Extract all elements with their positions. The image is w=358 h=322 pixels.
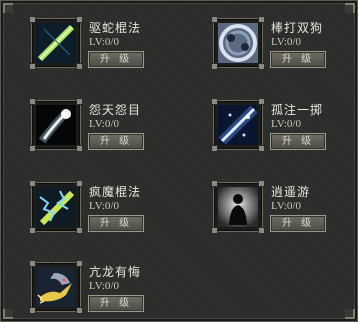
skill-name: 孤注一掷	[271, 103, 324, 117]
skill-name: 逍遥游	[271, 185, 311, 199]
skill-icon-frame[interactable]	[29, 260, 83, 314]
corner-ornament	[3, 3, 13, 13]
skill-icon-frame[interactable]	[29, 180, 83, 234]
skill-level: LV:0/0	[89, 36, 119, 48]
skill-slot-6: 亢龙有悔 LV:0/0 升 级	[29, 260, 171, 318]
green-staff-icon	[36, 23, 76, 63]
skill-icon-frame[interactable]	[211, 180, 265, 234]
corner-ornament	[345, 3, 355, 13]
upgrade-button[interactable]: 升 级	[88, 215, 144, 232]
skill-level: LV:0/0	[89, 200, 119, 212]
skill-icon-frame[interactable]	[211, 98, 265, 152]
upgrade-button[interactable]: 升 级	[270, 51, 326, 68]
upgrade-button[interactable]: 升 级	[88, 51, 144, 68]
upgrade-button[interactable]: 升 级	[270, 133, 326, 150]
skill-slot-3: 孤注一掷 LV:0/0 升 级	[211, 98, 353, 156]
skill-icon-frame[interactable]	[29, 16, 83, 70]
corner-ornament	[345, 309, 355, 319]
skill-icon-frame[interactable]	[211, 16, 265, 70]
dragon-icon	[36, 267, 76, 307]
skill-icon-frame[interactable]	[29, 98, 83, 152]
skill-slot-1: 棒打双狗 LV:0/0 升 级	[211, 16, 353, 74]
skill-slot-2: 怨天怨目 LV:0/0 升 级	[29, 98, 171, 156]
skill-level: LV:0/0	[271, 118, 301, 130]
skill-panel: 驱蛇棍法 LV:0/0 升 级 棒打双狗 LV:0/0 升 级 怨天怨目 LV:…	[0, 0, 358, 322]
light-beam-icon	[218, 105, 258, 145]
lightning-staff-icon	[36, 187, 76, 227]
corner-ornament	[3, 309, 13, 319]
skill-name: 棒打双狗	[271, 21, 324, 35]
skill-level: LV:0/0	[271, 200, 301, 212]
upgrade-button[interactable]: 升 级	[88, 133, 144, 150]
skill-name: 驱蛇棍法	[89, 21, 142, 35]
skill-name: 疯魔棍法	[89, 185, 142, 199]
skill-level: LV:0/0	[89, 118, 119, 130]
upgrade-button[interactable]: 升 级	[88, 295, 144, 312]
skill-level: LV:0/0	[271, 36, 301, 48]
shadow-figure-icon	[218, 187, 258, 227]
skill-name: 怨天怨目	[89, 103, 142, 117]
skill-slot-0: 驱蛇棍法 LV:0/0 升 级	[29, 16, 171, 74]
skill-name: 亢龙有悔	[89, 265, 142, 279]
skill-slot-4: 疯魔棍法 LV:0/0 升 级	[29, 180, 171, 238]
skill-slot-5: 逍遥游 LV:0/0 升 级	[211, 180, 353, 238]
skill-level: LV:0/0	[89, 280, 119, 292]
white-comet-icon	[36, 105, 76, 145]
twin-dogs-swirl-icon	[218, 23, 258, 63]
upgrade-button[interactable]: 升 级	[270, 215, 326, 232]
